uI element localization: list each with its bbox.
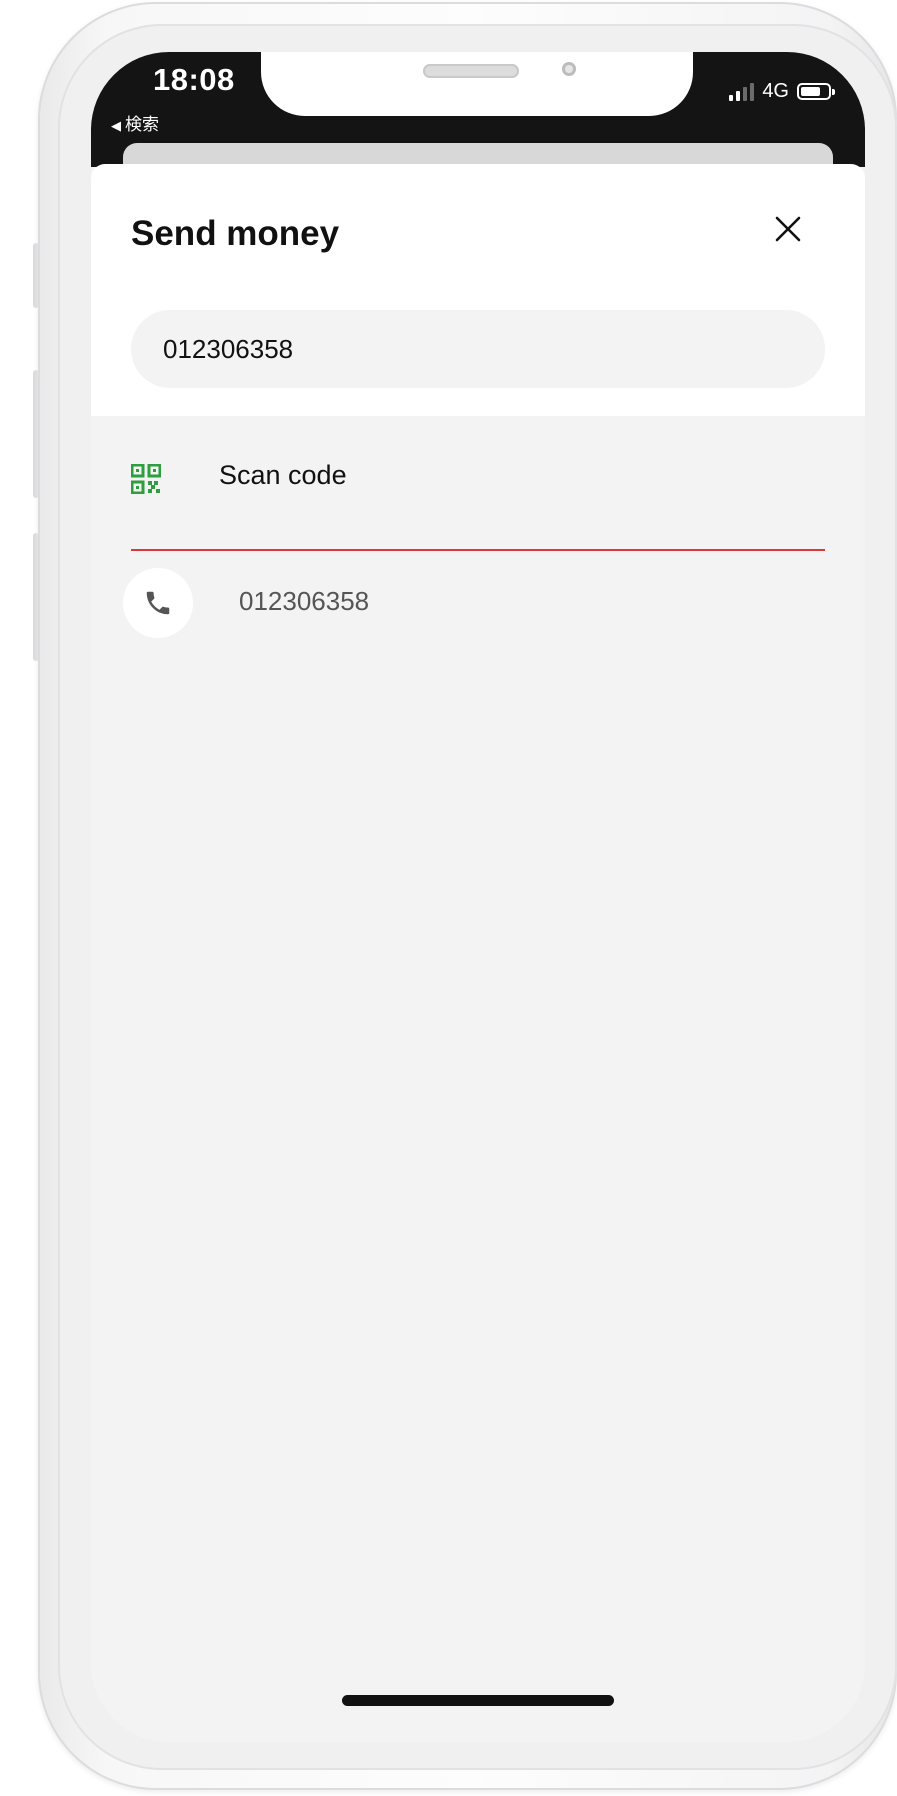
- signal-icon: [729, 82, 755, 101]
- list-item[interactable]: 012306358: [123, 568, 825, 644]
- phone-screen: 18:08 ◀ 検索 4G Send money 012306358 Scan …: [91, 52, 865, 1742]
- results-area: Scan code 012306358: [91, 416, 865, 1742]
- page-title: Send money: [131, 214, 340, 253]
- speaker-grille: [423, 64, 519, 78]
- scan-code-button[interactable]: Scan code: [131, 416, 825, 551]
- qr-code-icon: [131, 464, 161, 494]
- back-to-app-link[interactable]: ◀ 検索: [111, 110, 159, 135]
- close-button[interactable]: [771, 212, 805, 246]
- home-indicator[interactable]: [342, 1695, 614, 1706]
- status-indicators: 4G: [729, 80, 835, 103]
- sheet-header: Send money: [91, 164, 865, 416]
- phone-icon: [146, 591, 170, 615]
- front-camera: [562, 62, 576, 76]
- close-icon: [775, 216, 801, 242]
- battery-icon: [797, 83, 835, 100]
- back-app-label: 検索: [125, 115, 159, 135]
- result-phone-number: 012306358: [239, 586, 370, 616]
- phone-avatar: [123, 568, 193, 638]
- back-triangle-icon: ◀: [111, 119, 121, 134]
- network-type: 4G: [762, 80, 789, 102]
- notch: [261, 52, 693, 116]
- search-input[interactable]: [131, 310, 825, 388]
- scan-code-label: Scan code: [219, 460, 347, 490]
- device-mockup: 18:08 ◀ 検索 4G Send money 012306358 Scan …: [0, 0, 897, 1796]
- status-time: 18:08: [153, 62, 235, 97]
